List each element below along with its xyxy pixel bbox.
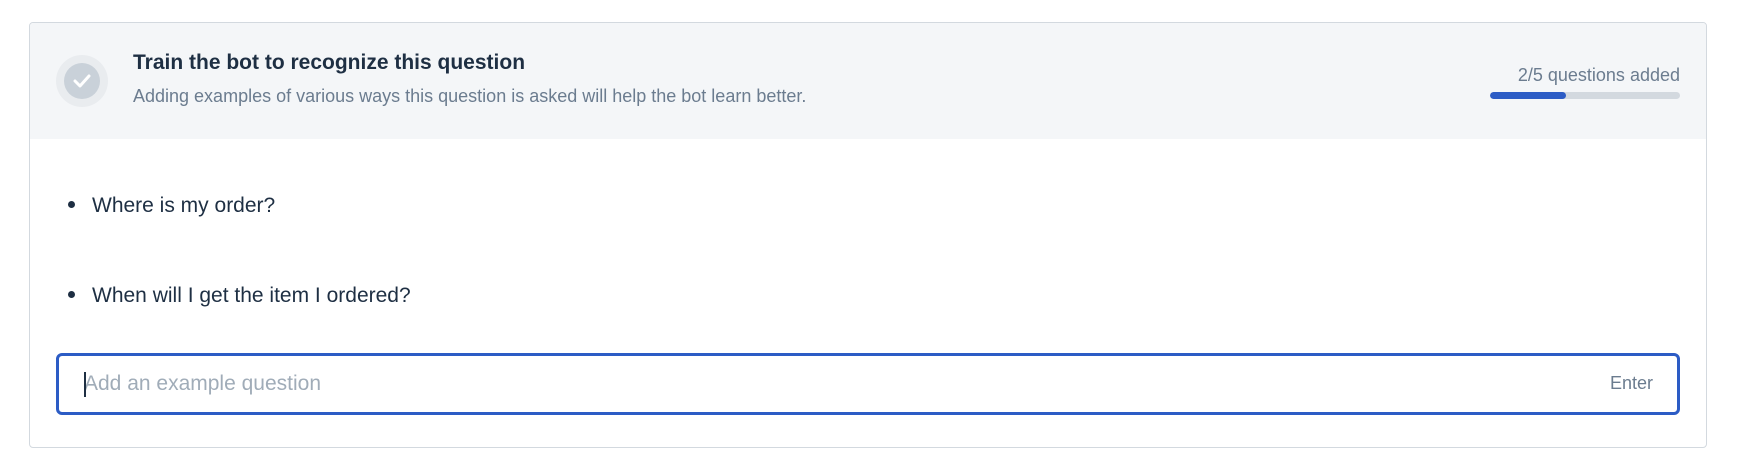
progress-track (1490, 92, 1680, 99)
question-text: Where is my order? (92, 194, 276, 217)
enter-hint: Enter (1609, 373, 1653, 393)
example-question-input[interactable] (84, 356, 1534, 412)
example-question-input-box[interactable]: Enter (56, 353, 1680, 415)
questions-progress: 2/5 questions added (1490, 65, 1680, 99)
text-caret (84, 372, 86, 397)
status-icon-wrapper (56, 55, 108, 107)
train-bot-card: Train the bot to recognize this question… (29, 22, 1707, 448)
card-subtitle: Adding examples of various ways this que… (133, 86, 807, 106)
check-icon-glyph (73, 74, 91, 88)
progress-fill (1490, 92, 1566, 99)
question-text: When will I get the item I ordered? (92, 284, 411, 307)
list-item: Where is my order? (68, 194, 275, 218)
card-header: Train the bot to recognize this question… (30, 23, 1706, 139)
check-icon (64, 63, 100, 99)
bullet-icon (68, 200, 75, 208)
list-item: When will I get the item I ordered? (68, 284, 411, 308)
progress-label: 2/5 questions added (1517, 65, 1680, 85)
bullet-icon (68, 290, 75, 298)
card-title: Train the bot to recognize this question (133, 51, 526, 74)
